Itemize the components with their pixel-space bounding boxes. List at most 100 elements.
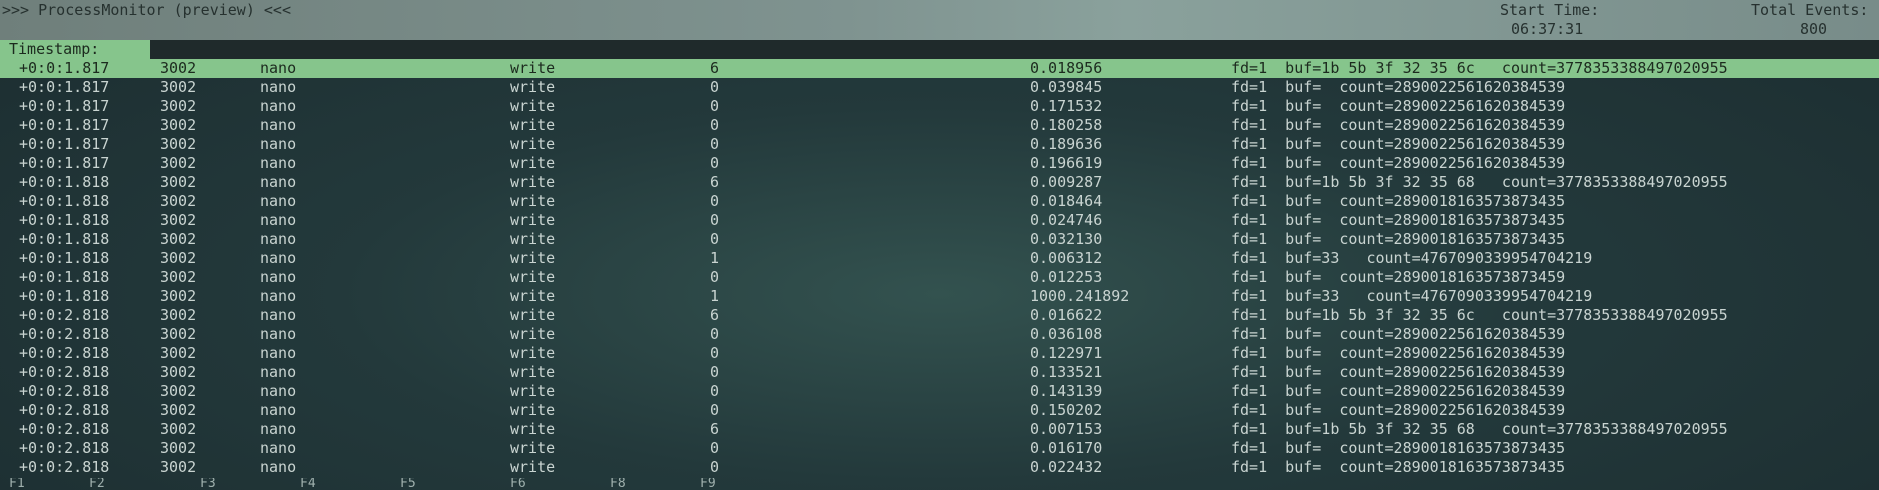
syscall-cell: write xyxy=(510,78,556,96)
syscall-cell: write xyxy=(510,116,556,134)
pid-cell: 3002 xyxy=(160,192,197,210)
table-row[interactable]: +0:0:2.818 3002 nano write 0 0.022432 fd=1 buf… xyxy=(0,458,1879,477)
duration-cell: 0.009287 xyxy=(1030,173,1103,191)
function-key-f1[interactable]: F1 xyxy=(9,478,25,490)
table-row[interactable]: +0:0:1.817 3002 nano write 0 0.171532 fd=1 buf… xyxy=(0,97,1879,116)
return-cell: 0 xyxy=(710,135,720,153)
table-row[interactable]: +0:0:1.817 3002 nano write 0 0.180258 fd=1 buf… xyxy=(0,116,1879,135)
event-list[interactable]: +0:0:1.817 3002 nano write 6 0.018956 fd=1 buf… xyxy=(0,59,1879,477)
timestamp-cell: +0:0:1.818 xyxy=(19,249,110,267)
table-row[interactable]: +0:0:1.818 3002 nano write 1 0.006312 fd=1 buf… xyxy=(0,249,1879,268)
args-cell: fd=1 buf=1b 5b 3f 32 35 68 count=3778353… xyxy=(1231,173,1728,191)
pid-cell: 3002 xyxy=(160,306,197,324)
process-cell: nano xyxy=(260,363,297,381)
total-events-value: 800 xyxy=(1800,20,1828,38)
timestamp-column-header[interactable]: Timestamp: xyxy=(0,40,150,59)
syscall-cell: write xyxy=(510,173,556,191)
pid-cell: 3002 xyxy=(160,382,197,400)
process-cell: nano xyxy=(260,173,297,191)
pid-cell: 3002 xyxy=(160,116,197,134)
syscall-cell: write xyxy=(510,154,556,172)
syscall-cell: write xyxy=(510,287,556,305)
table-row[interactable]: +0:0:1.817 3002 nano write 0 0.039845 fd=1 buf… xyxy=(0,78,1879,97)
return-cell: 6 xyxy=(710,59,720,77)
timestamp-cell: +0:0:2.818 xyxy=(19,306,110,324)
args-cell: fd=1 buf=33 count=4767090339954704219 xyxy=(1231,287,1593,305)
table-row[interactable]: +0:0:2.818 3002 nano write 0 0.016170 fd=1 buf… xyxy=(0,439,1879,458)
duration-cell: 0.006312 xyxy=(1030,249,1103,267)
table-row[interactable]: +0:0:1.818 3002 nano write 0 0.024746 fd=1 buf… xyxy=(0,211,1879,230)
table-row[interactable]: +0:0:2.818 3002 nano write 0 0.133521 fd=1 buf… xyxy=(0,363,1879,382)
function-key-f5[interactable]: F5 xyxy=(400,478,416,490)
syscall-cell: write xyxy=(510,344,556,362)
table-row[interactable]: +0:0:2.818 3002 nano write 0 0.150202 fd=1 buf… xyxy=(0,401,1879,420)
timestamp-cell: +0:0:1.818 xyxy=(19,268,110,286)
syscall-cell: write xyxy=(510,325,556,343)
timestamp-cell: +0:0:2.818 xyxy=(19,382,110,400)
return-cell: 0 xyxy=(710,211,720,229)
process-cell: nano xyxy=(260,420,297,438)
function-key-f6[interactable]: F6 xyxy=(510,478,526,490)
table-row[interactable]: +0:0:1.818 3002 nano write 1 1000.241892 fd=1 … xyxy=(0,287,1879,306)
args-cell: fd=1 buf= count=2890022561620384539 xyxy=(1231,154,1566,172)
timestamp-cell: +0:0:2.818 xyxy=(19,363,110,381)
pid-cell: 3002 xyxy=(160,211,197,229)
process-cell: nano xyxy=(260,382,297,400)
args-cell: fd=1 buf= count=2890022561620384539 xyxy=(1231,401,1566,419)
function-key-f3[interactable]: F3 xyxy=(200,478,216,490)
duration-cell: 0.039845 xyxy=(1030,78,1103,96)
table-row[interactable]: +0:0:2.818 3002 nano write 0 0.122971 fd=1 buf… xyxy=(0,344,1879,363)
function-key-f2[interactable]: F2 xyxy=(89,478,105,490)
timestamp-cell: +0:0:2.818 xyxy=(19,458,110,476)
duration-cell: 0.196619 xyxy=(1030,154,1103,172)
pid-cell: 3002 xyxy=(160,325,197,343)
table-row[interactable]: +0:0:1.817 3002 nano write 0 0.189636 fd=1 buf… xyxy=(0,135,1879,154)
pid-cell: 3002 xyxy=(160,439,197,457)
syscall-cell: write xyxy=(510,211,556,229)
args-cell: fd=1 buf= count=2890018163573873435 xyxy=(1231,458,1566,476)
return-cell: 0 xyxy=(710,382,720,400)
table-row[interactable]: +0:0:1.818 3002 nano write 0 0.012253 fd=1 buf… xyxy=(0,268,1879,287)
process-cell: nano xyxy=(260,325,297,343)
table-row[interactable]: +0:0:1.818 3002 nano write 6 0.009287 fd=1 buf… xyxy=(0,173,1879,192)
process-cell: nano xyxy=(260,135,297,153)
process-cell: nano xyxy=(260,439,297,457)
total-events-label: Total Events: xyxy=(1751,1,1869,19)
table-row[interactable]: +0:0:1.817 3002 nano write 0 0.196619 fd=1 buf… xyxy=(0,154,1879,173)
table-row[interactable]: +0:0:1.818 3002 nano write 0 0.032130 fd=1 buf… xyxy=(0,230,1879,249)
process-cell: nano xyxy=(260,59,297,77)
table-row[interactable]: +0:0:2.818 3002 nano write 6 0.007153 fd=1 buf… xyxy=(0,420,1879,439)
pid-cell: 3002 xyxy=(160,135,197,153)
table-row[interactable]: +0:0:1.818 3002 nano write 0 0.018464 fd=1 buf… xyxy=(0,192,1879,211)
duration-cell: 0.018464 xyxy=(1030,192,1103,210)
process-cell: nano xyxy=(260,268,297,286)
return-cell: 6 xyxy=(710,306,720,324)
return-cell: 0 xyxy=(710,116,720,134)
syscall-cell: write xyxy=(510,97,556,115)
pid-cell: 3002 xyxy=(160,287,197,305)
args-cell: fd=1 buf=1b 5b 3f 32 35 6c count=3778353… xyxy=(1231,306,1728,324)
function-key-f4[interactable]: F4 xyxy=(300,478,316,490)
args-cell: fd=1 buf= count=2890022561620384539 xyxy=(1231,135,1566,153)
table-row[interactable]: +0:0:1.817 3002 nano write 6 0.018956 fd=1 buf… xyxy=(0,59,1879,78)
function-key-f8[interactable]: F8 xyxy=(610,478,626,490)
syscall-cell: write xyxy=(510,249,556,267)
function-key-f9[interactable]: F9 xyxy=(700,478,716,490)
process-cell: nano xyxy=(260,211,297,229)
process-cell: nano xyxy=(260,401,297,419)
duration-cell: 0.150202 xyxy=(1030,401,1103,419)
column-header-bar: Timestamp: xyxy=(0,40,1879,59)
duration-cell: 0.133521 xyxy=(1030,363,1103,381)
pid-cell: 3002 xyxy=(160,78,197,96)
return-cell: 0 xyxy=(710,192,720,210)
return-cell: 1 xyxy=(710,287,720,305)
return-cell: 1 xyxy=(710,249,720,267)
process-cell: nano xyxy=(260,249,297,267)
syscall-cell: write xyxy=(510,420,556,438)
table-row[interactable]: +0:0:2.818 3002 nano write 0 0.036108 fd=1 buf… xyxy=(0,325,1879,344)
pid-cell: 3002 xyxy=(160,97,197,115)
table-row[interactable]: +0:0:2.818 3002 nano write 0 0.143139 fd=1 buf… xyxy=(0,382,1879,401)
return-cell: 0 xyxy=(710,458,720,476)
timestamp-cell: +0:0:1.818 xyxy=(19,211,110,229)
table-row[interactable]: +0:0:2.818 3002 nano write 6 0.016622 fd=1 buf… xyxy=(0,306,1879,325)
